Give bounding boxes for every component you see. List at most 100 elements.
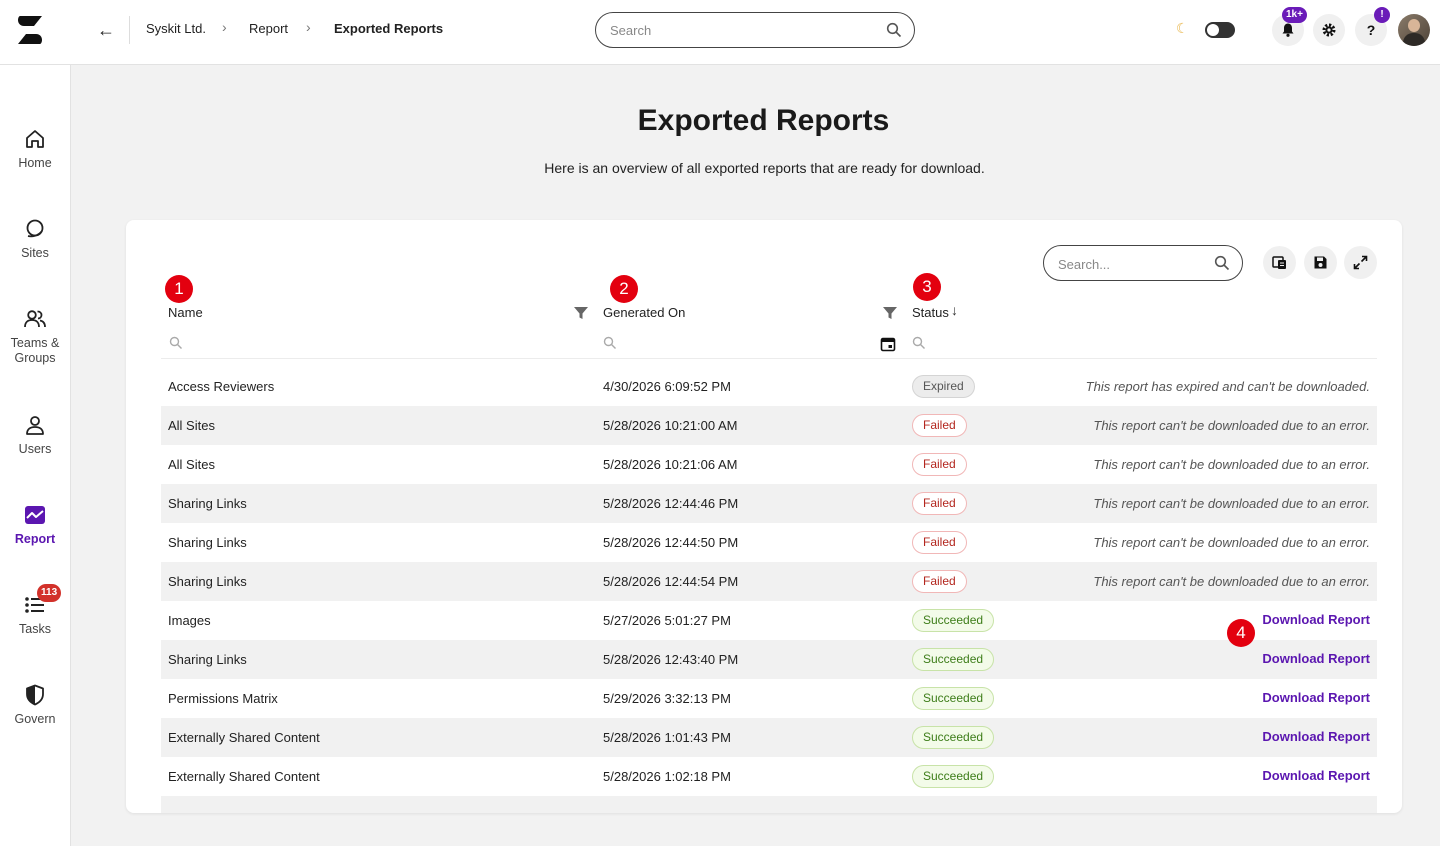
generated-on: 5/28/2026 12:44:54 PM <box>603 574 739 589</box>
report-name: Sharing Links <box>168 496 247 511</box>
generated-on: 5/28/2026 10:21:06 AM <box>603 457 738 472</box>
generated-on: 5/29/2026 3:32:13 PM <box>603 691 731 706</box>
home-icon <box>26 130 44 148</box>
bell-icon <box>1282 23 1294 37</box>
table-row: Sharing Links 5/28/2026 12:44:54 PM Fail… <box>161 562 1377 601</box>
table-row: All Sites 5/28/2026 10:21:06 AM Failed T… <box>161 445 1377 484</box>
status-message: This report can't be downloaded due to a… <box>1093 457 1370 472</box>
filter-icon[interactable] <box>882 305 898 321</box>
filter-icon[interactable] <box>573 305 589 321</box>
question-icon: ? <box>1367 22 1376 38</box>
sidebar-item-label: Users <box>18 442 52 456</box>
table-row: Sharing Links 5/28/2026 12:44:50 PM Fail… <box>161 523 1377 562</box>
status-badge: Failed <box>912 492 967 515</box>
download-report-link[interactable]: Download Report <box>1262 690 1370 705</box>
download-report-link[interactable]: Download Report <box>1262 612 1370 627</box>
marker-1: 1 <box>165 275 193 303</box>
sidebar-item-sites[interactable]: Sites <box>0 217 70 261</box>
page-title: Exported Reports <box>637 104 890 137</box>
report-name: Externally Shared Content <box>168 769 320 784</box>
search-icon[interactable] <box>886 22 902 38</box>
global-search[interactable] <box>595 12 915 48</box>
download-report-link[interactable]: Download Report <box>1262 768 1370 783</box>
marker-3: 3 <box>913 273 941 301</box>
table-row: All Sites 5/28/2026 10:21:00 AM Failed T… <box>161 406 1377 445</box>
report-name: Sharing Links <box>168 535 247 550</box>
report-icon <box>25 506 45 524</box>
teams-groups-icon <box>24 310 46 328</box>
sidebar-item-label: Tasks <box>19 622 51 636</box>
download-report-link[interactable]: Download Report <box>1262 651 1370 666</box>
table-search[interactable] <box>1043 245 1243 281</box>
save-layout-button[interactable] <box>1304 246 1337 279</box>
generated-on: 5/28/2026 12:44:50 PM <box>603 535 739 550</box>
report-name: Externally Shared Content <box>168 730 320 745</box>
status-message: This report can't be downloaded due to a… <box>1093 496 1370 511</box>
settings-button[interactable] <box>1313 14 1345 46</box>
report-name: Sharing Links <box>168 574 247 589</box>
download-report-link[interactable]: Download Report <box>1262 729 1370 744</box>
tasks-badge: 113 <box>37 584 62 602</box>
sidebar-item-users[interactable]: Users <box>0 413 70 457</box>
sidebar-item-label: Teams & Groups <box>10 336 60 365</box>
notifications-badge: 1k+ <box>1282 7 1307 23</box>
search-icon[interactable] <box>169 336 183 350</box>
generated-on: 4/30/2026 6:09:52 PM <box>603 379 731 394</box>
column-header-status[interactable]: Status <box>912 305 949 320</box>
sites-icon <box>26 219 44 238</box>
sidebar-item-govern[interactable]: Govern <box>0 683 70 727</box>
page-subtitle: Here is an overview of all exported repo… <box>544 160 985 176</box>
search-icon[interactable] <box>603 336 617 350</box>
help-badge: ! <box>1374 7 1390 23</box>
generated-on: 5/27/2026 5:01:27 PM <box>603 613 731 628</box>
column-chooser-button[interactable] <box>1263 246 1296 279</box>
status-badge: Succeeded <box>912 687 995 710</box>
global-search-input[interactable] <box>610 21 870 39</box>
sidebar-item-report[interactable]: Report <box>0 503 70 547</box>
status-badge: Failed <box>912 414 967 437</box>
table-row: Sharing Links 5/28/2026 12:44:46 PM Fail… <box>161 484 1377 523</box>
status-badge: Failed <box>912 453 967 476</box>
avatar-body <box>1403 33 1425 46</box>
sidebar-item-label: Report <box>14 532 56 546</box>
calendar-icon[interactable] <box>880 336 896 352</box>
status-badge: Expired <box>912 375 975 398</box>
fullscreen-button[interactable] <box>1344 246 1377 279</box>
marker-4: 4 <box>1227 619 1255 647</box>
table-search-input[interactable] <box>1058 255 1208 273</box>
breadcrumb-report[interactable]: Report <box>249 21 288 36</box>
table-row: Access Reviewers 4/30/2026 6:09:52 PM Ex… <box>161 367 1377 406</box>
breadcrumb-exported-reports: Exported Reports <box>334 21 444 36</box>
generated-on: 5/28/2026 1:01:43 PM <box>603 730 731 745</box>
column-header-name[interactable]: Name <box>168 305 203 320</box>
table-row: Externally Shared Content 5/28/2026 1:02… <box>161 757 1377 796</box>
column-header-generated-on[interactable]: Generated On <box>603 305 685 320</box>
status-message: This report can't be downloaded due to a… <box>1093 574 1370 589</box>
breadcrumb-syskit[interactable]: Syskit Ltd. <box>146 21 206 36</box>
report-name: Permissions Matrix <box>168 691 278 706</box>
avatar[interactable] <box>1398 14 1430 46</box>
status-badge: Succeeded <box>912 726 995 749</box>
dark-mode-toggle[interactable] <box>1205 22 1235 38</box>
search-icon[interactable] <box>912 336 926 350</box>
sidebar-item-label: Govern <box>14 712 56 726</box>
table-row-partial <box>161 796 1377 813</box>
tasks-icon-wrapper: 113 <box>23 584 62 617</box>
sidebar-item-teams-groups[interactable]: Teams & Groups <box>0 307 70 366</box>
syskit-logo-icon[interactable] <box>12 12 48 48</box>
back-arrow-icon[interactable]: ← <box>95 18 117 42</box>
sort-descending-icon[interactable]: ↓ <box>951 302 958 318</box>
chevron-right-icon: › <box>222 19 227 35</box>
marker-2: 2 <box>610 275 638 303</box>
table-row: Permissions Matrix 5/29/2026 3:32:13 PM … <box>161 679 1377 718</box>
report-name: All Sites <box>168 418 215 433</box>
table-row: Images 5/27/2026 5:01:27 PM Succeeded Do… <box>161 601 1377 640</box>
search-icon[interactable] <box>1214 255 1230 271</box>
sidebar-item-tasks[interactable]: 113 Tasks <box>0 584 70 637</box>
generated-on: 5/28/2026 12:44:46 PM <box>603 496 739 511</box>
avatar-head <box>1408 19 1420 32</box>
gear-icon <box>1322 23 1336 37</box>
status-badge: Succeeded <box>912 648 995 671</box>
sidebar-item-home[interactable]: Home <box>0 127 70 171</box>
svg-text:?: ? <box>1367 22 1376 38</box>
